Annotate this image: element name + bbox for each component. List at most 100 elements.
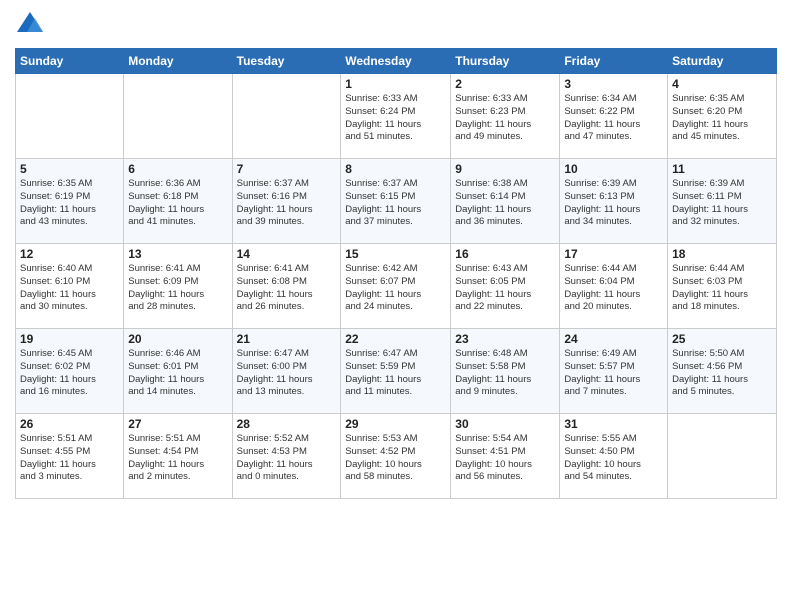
day-info: Sunrise: 6:39 AM Sunset: 6:13 PM Dayligh… xyxy=(564,178,663,229)
day-info: Sunrise: 6:47 AM Sunset: 6:00 PM Dayligh… xyxy=(237,348,337,399)
day-header-friday: Friday xyxy=(560,49,668,74)
calendar-cell: 24 Sunrise: 6:49 AM Sunset: 5:57 PM Dayli… xyxy=(560,329,668,414)
calendar-cell: 13 Sunrise: 6:41 AM Sunset: 6:09 PM Dayli… xyxy=(124,244,232,329)
day-number: 22 xyxy=(345,332,446,346)
day-info: Sunrise: 6:35 AM Sunset: 6:20 PM Dayligh… xyxy=(672,93,772,144)
day-number: 15 xyxy=(345,247,446,261)
day-info: Sunrise: 6:42 AM Sunset: 6:07 PM Dayligh… xyxy=(345,263,446,314)
calendar-cell: 27Sunrise: 5:51 AM Sunset: 4:54 PM Dayli… xyxy=(124,414,232,499)
day-number: 2 xyxy=(455,77,555,91)
day-header-wednesday: Wednesday xyxy=(341,49,451,74)
day-number: 12 xyxy=(20,247,119,261)
calendar-cell: 12 Sunrise: 6:40 AM Sunset: 6:10 PM Dayli… xyxy=(16,244,124,329)
calendar-cell: 23 Sunrise: 6:48 AM Sunset: 5:58 PM Dayli… xyxy=(451,329,560,414)
calendar-week-row: 1 Sunrise: 6:33 AM Sunset: 6:24 PM Daylig… xyxy=(16,74,777,159)
day-info: Sunrise: 6:33 AM Sunset: 6:24 PM Dayligh… xyxy=(345,93,446,144)
calendar-week-row: 19 Sunrise: 6:45 AM Sunset: 6:02 PM Dayli… xyxy=(16,329,777,414)
calendar-cell: 11 Sunrise: 6:39 AM Sunset: 6:11 PM Dayli… xyxy=(668,159,777,244)
calendar-cell: 1 Sunrise: 6:33 AM Sunset: 6:24 PM Daylig… xyxy=(341,74,451,159)
day-header-sunday: Sunday xyxy=(16,49,124,74)
day-number: 3 xyxy=(564,77,663,91)
day-number: 18 xyxy=(672,247,772,261)
calendar-cell: 15 Sunrise: 6:42 AM Sunset: 6:07 PM Dayli… xyxy=(341,244,451,329)
calendar-cell: 2 Sunrise: 6:33 AM Sunset: 6:23 PM Daylig… xyxy=(451,74,560,159)
day-number: 9 xyxy=(455,162,555,176)
day-info: Sunrise: 6:44 AM Sunset: 6:04 PM Dayligh… xyxy=(564,263,663,314)
day-number: 30 xyxy=(455,417,555,431)
calendar-cell: 22 Sunrise: 6:47 AM Sunset: 5:59 PM Dayli… xyxy=(341,329,451,414)
calendar-cell: 10 Sunrise: 6:39 AM Sunset: 6:13 PM Dayli… xyxy=(560,159,668,244)
calendar-cell: 8 Sunrise: 6:37 AM Sunset: 6:15 PM Daylig… xyxy=(341,159,451,244)
day-info: Sunrise: 6:48 AM Sunset: 5:58 PM Dayligh… xyxy=(455,348,555,399)
day-header-saturday: Saturday xyxy=(668,49,777,74)
day-info: Sunrise: 5:52 AM Sunset: 4:53 PM Dayligh… xyxy=(237,433,337,484)
day-info: Sunrise: 6:47 AM Sunset: 5:59 PM Dayligh… xyxy=(345,348,446,399)
day-header-thursday: Thursday xyxy=(451,49,560,74)
day-number: 24 xyxy=(564,332,663,346)
day-number: 26 xyxy=(20,417,119,431)
calendar-cell: 19 Sunrise: 6:45 AM Sunset: 6:02 PM Dayli… xyxy=(16,329,124,414)
day-number: 31 xyxy=(564,417,663,431)
day-number: 29 xyxy=(345,417,446,431)
calendar-cell: 28 Sunrise: 5:52 AM Sunset: 4:53 PM Dayli… xyxy=(232,414,341,499)
day-number: 8 xyxy=(345,162,446,176)
day-info: Sunrise: 6:41 AM Sunset: 6:09 PM Dayligh… xyxy=(128,263,227,314)
calendar-cell: 7 Sunrise: 6:37 AM Sunset: 6:16 PM Daylig… xyxy=(232,159,341,244)
day-header-monday: Monday xyxy=(124,49,232,74)
calendar-page: SundayMondayTuesdayWednesdayThursdayFrid… xyxy=(0,0,792,612)
day-info: Sunrise: 6:34 AM Sunset: 6:22 PM Dayligh… xyxy=(564,93,663,144)
calendar-cell xyxy=(668,414,777,499)
logo xyxy=(15,10,49,40)
day-number: 28 xyxy=(237,417,337,431)
day-info: Sunrise: 5:51 AM Sunset: 4:55 PM Dayligh… xyxy=(20,433,119,484)
day-info: Sunrise: 6:37 AM Sunset: 6:15 PM Dayligh… xyxy=(345,178,446,229)
day-number: 10 xyxy=(564,162,663,176)
day-number: 19 xyxy=(20,332,119,346)
day-number: 13 xyxy=(128,247,227,261)
calendar-cell: 4 Sunrise: 6:35 AM Sunset: 6:20 PM Daylig… xyxy=(668,74,777,159)
day-number: 21 xyxy=(237,332,337,346)
header xyxy=(15,10,777,40)
day-number: 14 xyxy=(237,247,337,261)
calendar-cell xyxy=(16,74,124,159)
calendar-cell: 16 Sunrise: 6:43 AM Sunset: 6:05 PM Dayli… xyxy=(451,244,560,329)
day-info: Sunrise: 6:41 AM Sunset: 6:08 PM Dayligh… xyxy=(237,263,337,314)
calendar-cell: 21 Sunrise: 6:47 AM Sunset: 6:00 PM Dayli… xyxy=(232,329,341,414)
day-number: 25 xyxy=(672,332,772,346)
day-info: Sunrise: 6:33 AM Sunset: 6:23 PM Dayligh… xyxy=(455,93,555,144)
calendar-cell: 6Sunrise: 6:36 AM Sunset: 6:18 PM Daylig… xyxy=(124,159,232,244)
day-number: 7 xyxy=(237,162,337,176)
calendar-cell: 31 Sunrise: 5:55 AM Sunset: 4:50 PM Dayli… xyxy=(560,414,668,499)
day-number: 23 xyxy=(455,332,555,346)
day-info: Sunrise: 6:43 AM Sunset: 6:05 PM Dayligh… xyxy=(455,263,555,314)
calendar-header-row: SundayMondayTuesdayWednesdayThursdayFrid… xyxy=(16,49,777,74)
day-info: Sunrise: 6:35 AM Sunset: 6:19 PM Dayligh… xyxy=(20,178,119,229)
calendar-cell: 25 Sunrise: 5:50 AM Sunset: 4:56 PM Dayli… xyxy=(668,329,777,414)
day-number: 16 xyxy=(455,247,555,261)
day-header-tuesday: Tuesday xyxy=(232,49,341,74)
day-info: Sunrise: 6:49 AM Sunset: 5:57 PM Dayligh… xyxy=(564,348,663,399)
calendar-week-row: 5 Sunrise: 6:35 AM Sunset: 6:19 PM Daylig… xyxy=(16,159,777,244)
day-info: Sunrise: 5:50 AM Sunset: 4:56 PM Dayligh… xyxy=(672,348,772,399)
day-info: Sunrise: 5:51 AM Sunset: 4:54 PM Dayligh… xyxy=(128,433,227,484)
day-info: Sunrise: 6:37 AM Sunset: 6:16 PM Dayligh… xyxy=(237,178,337,229)
calendar-cell: 29Sunrise: 5:53 AM Sunset: 4:52 PM Dayli… xyxy=(341,414,451,499)
calendar-cell: 5 Sunrise: 6:35 AM Sunset: 6:19 PM Daylig… xyxy=(16,159,124,244)
day-number: 6 xyxy=(128,162,227,176)
day-info: Sunrise: 6:44 AM Sunset: 6:03 PM Dayligh… xyxy=(672,263,772,314)
calendar-cell: 26 Sunrise: 5:51 AM Sunset: 4:55 PM Dayli… xyxy=(16,414,124,499)
calendar-cell: 14 Sunrise: 6:41 AM Sunset: 6:08 PM Dayli… xyxy=(232,244,341,329)
calendar-table: SundayMondayTuesdayWednesdayThursdayFrid… xyxy=(15,48,777,499)
day-info: Sunrise: 6:40 AM Sunset: 6:10 PM Dayligh… xyxy=(20,263,119,314)
calendar-cell: 17 Sunrise: 6:44 AM Sunset: 6:04 PM Dayli… xyxy=(560,244,668,329)
day-info: Sunrise: 6:39 AM Sunset: 6:11 PM Dayligh… xyxy=(672,178,772,229)
day-number: 11 xyxy=(672,162,772,176)
calendar-cell xyxy=(124,74,232,159)
day-info: Sunrise: 6:45 AM Sunset: 6:02 PM Dayligh… xyxy=(20,348,119,399)
day-number: 1 xyxy=(345,77,446,91)
day-info: Sunrise: 6:38 AM Sunset: 6:14 PM Dayligh… xyxy=(455,178,555,229)
day-number: 17 xyxy=(564,247,663,261)
day-number: 4 xyxy=(672,77,772,91)
day-number: 5 xyxy=(20,162,119,176)
day-info: Sunrise: 5:55 AM Sunset: 4:50 PM Dayligh… xyxy=(564,433,663,484)
